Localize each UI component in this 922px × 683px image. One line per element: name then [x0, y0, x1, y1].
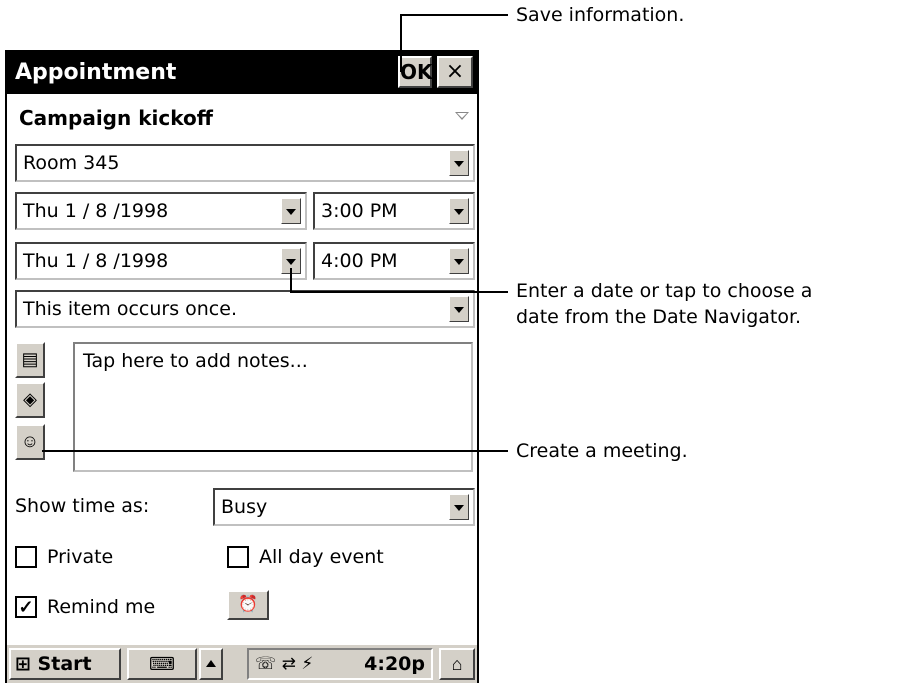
windows-logo-icon: ⊞	[15, 653, 31, 675]
show-time-label: Show time as:	[15, 495, 150, 517]
callout-line	[400, 14, 402, 72]
location-combo[interactable]: Room 345	[15, 144, 475, 182]
appointment-window: Appointment OK × Campaign kickoff Room 3…	[5, 50, 479, 683]
remind-me-checkbox[interactable]: ✓	[15, 596, 37, 618]
power-icon[interactable]: ⚡	[301, 654, 313, 674]
end-time-field[interactable]: 4:00 PM	[313, 242, 475, 280]
callout-line	[290, 268, 292, 292]
alarm-icon[interactable]: ⏰	[227, 590, 269, 620]
clock[interactable]: 4:20p	[364, 650, 425, 678]
end-date-value: Thu 1 / 8 /1998	[23, 250, 169, 272]
location-dropdown-button[interactable]	[449, 150, 469, 176]
callout-meeting: Create a meeting.	[516, 440, 688, 462]
subject-dropdown-icon[interactable]	[455, 112, 469, 120]
show-time-value: Busy	[221, 496, 268, 518]
recurrence-value: This item occurs once.	[23, 298, 237, 320]
notes-placeholder: Tap here to add notes...	[83, 350, 308, 372]
notes-area[interactable]: Tap here to add notes...	[73, 342, 473, 472]
callout-date-line2: date from the Date Navigator.	[516, 306, 802, 328]
start-time-field[interactable]: 3:00 PM	[313, 192, 475, 230]
start-date-value: Thu 1 / 8 /1998	[23, 200, 169, 222]
callout-date-line1: Enter a date or tap to choose a	[516, 280, 813, 302]
start-label: Start	[37, 653, 92, 675]
all-day-checkbox[interactable]	[227, 546, 249, 568]
start-date-dropdown-button[interactable]	[281, 198, 301, 224]
ok-button[interactable]: OK	[398, 56, 433, 88]
system-tray: ☏ ⇄ ⚡ 4:20p	[247, 648, 433, 680]
recurrence-combo[interactable]: This item occurs once.	[15, 290, 475, 328]
desktop-icon[interactable]: ⌂	[439, 648, 475, 680]
end-time-value: 4:00 PM	[321, 250, 398, 272]
notebook-icon[interactable]: ▤	[15, 342, 45, 378]
end-date-field[interactable]: Thu 1 / 8 /1998	[15, 242, 307, 280]
network-icon[interactable]: ⇄	[282, 654, 296, 674]
input-panel-up-button[interactable]	[199, 648, 223, 680]
location-value: Room 345	[23, 152, 120, 174]
callout-line	[42, 450, 508, 452]
people-icon[interactable]: ☺	[15, 424, 45, 460]
window-title: Appointment	[15, 60, 177, 85]
end-time-dropdown-button[interactable]	[449, 248, 469, 274]
all-day-label: All day event	[259, 546, 384, 568]
title-bar: Appointment OK ×	[7, 52, 477, 94]
start-time-value: 3:00 PM	[321, 200, 398, 222]
callout-line	[290, 291, 508, 293]
show-time-dropdown-button[interactable]	[449, 494, 469, 520]
tag-icon[interactable]: ◈	[15, 382, 45, 418]
recurrence-dropdown-button[interactable]	[449, 296, 469, 322]
close-button[interactable]: ×	[437, 56, 473, 88]
remind-me-label: Remind me	[47, 596, 156, 618]
show-time-combo[interactable]: Busy	[213, 488, 475, 526]
private-checkbox[interactable]	[15, 546, 37, 568]
start-button[interactable]: ⊞ Start	[9, 648, 121, 680]
connection-icon[interactable]: ☏	[255, 654, 276, 674]
private-label: Private	[47, 546, 114, 568]
callout-save: Save information.	[516, 4, 685, 26]
subject-field[interactable]: Campaign kickoff	[19, 106, 213, 130]
callout-line	[400, 14, 508, 16]
taskbar: ⊞ Start ⌨ ☏ ⇄ ⚡ 4:20p ⌂	[7, 643, 477, 683]
start-time-dropdown-button[interactable]	[449, 198, 469, 224]
start-date-field[interactable]: Thu 1 / 8 /1998	[15, 192, 307, 230]
keyboard-icon[interactable]: ⌨	[127, 648, 197, 680]
